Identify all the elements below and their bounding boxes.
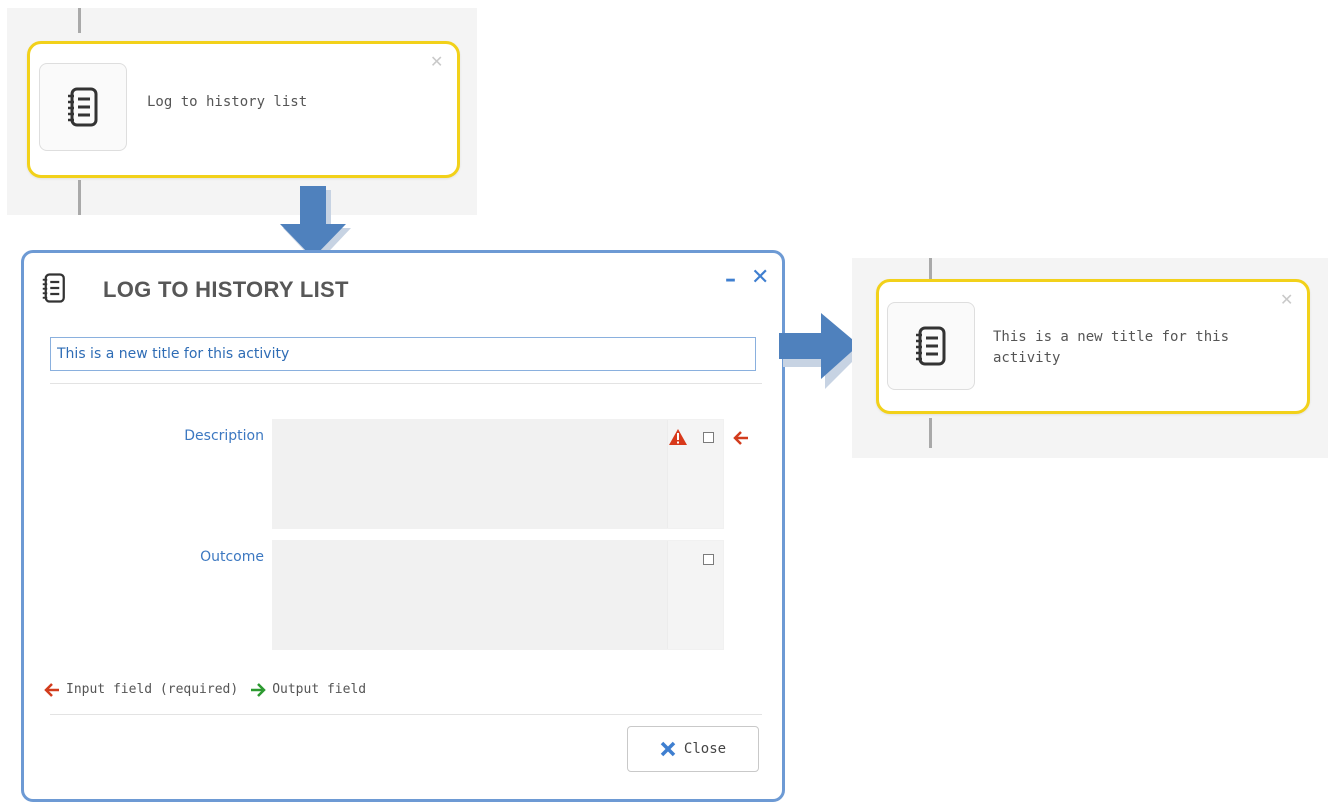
arrow-left-icon [44,682,59,697]
activity-icon-box [887,302,975,390]
legend-input-label: Input field (required) [66,682,239,697]
field-label-description: Description [184,428,264,444]
field-side-strip [667,541,723,649]
activity-card[interactable]: Log to history list ✕ [27,41,460,178]
warning-icon [669,429,687,445]
arrow-right-icon [251,682,266,697]
activity-config-dialog: LOG TO HISTORY LIST – ✕ Description Outc… [21,250,785,802]
activity-title-input[interactable] [50,337,756,371]
divider [50,383,762,384]
notebook-icon [916,326,946,366]
notebook-icon [68,87,98,127]
dialog-title: LOG TO HISTORY LIST [103,277,349,302]
close-icon [660,741,676,757]
canvas-snippet-after: This is a new title for this activity ✕ [852,258,1328,458]
connector-line [929,258,932,280]
field-toggle-checkbox[interactable] [703,432,714,443]
connector-line [78,8,81,33]
outcome-field[interactable] [272,540,724,650]
field-toggle-checkbox[interactable] [703,554,714,565]
close-button[interactable]: Close [627,726,759,772]
close-icon[interactable]: ✕ [751,265,769,290]
legend-output-label: Output field [272,682,367,697]
activity-card[interactable]: This is a new title for this activity ✕ [876,279,1310,414]
minimize-button[interactable]: – [725,267,736,292]
close-button-label: Close [683,741,727,757]
field-legend: Input field (required) Output field [44,682,366,697]
activity-title: This is a new title for this activity [993,329,1230,366]
field-label-outcome: Outcome [200,549,264,565]
canvas-snippet-before: Log to history list ✕ [7,8,477,215]
connector-line [929,418,932,448]
close-icon[interactable]: ✕ [430,52,443,71]
divider [50,714,762,715]
notebook-icon [42,273,65,303]
arrow-left-icon [733,431,748,445]
description-field[interactable] [272,419,724,529]
connector-line [78,180,81,215]
activity-title: Log to history list [147,94,308,110]
close-icon[interactable]: ✕ [1280,290,1293,309]
activity-icon-box [39,63,127,151]
